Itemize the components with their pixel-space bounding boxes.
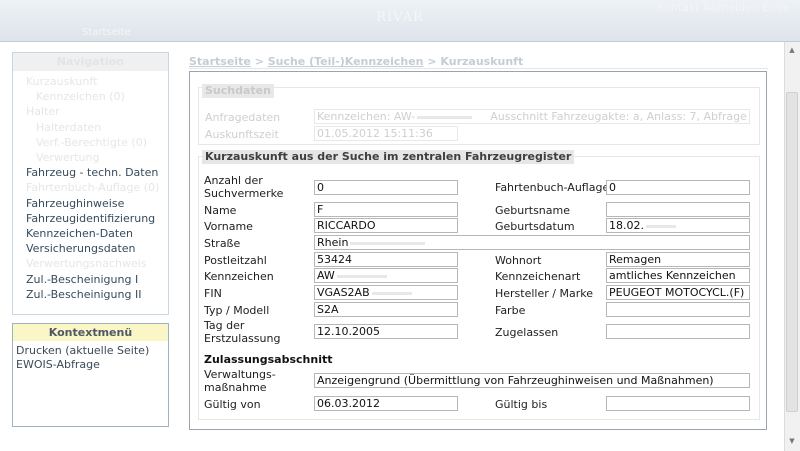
- strasse-field: Rhein: [314, 235, 750, 250]
- nav-item[interactable]: Zul.-Bescheinigung I: [26, 273, 138, 286]
- nav-item[interactable]: Versicherungsdaten: [26, 242, 136, 255]
- nav-item[interactable]: Verf.-Berechtigte (0): [36, 136, 147, 149]
- nav-item[interactable]: Halter: [26, 105, 60, 118]
- vorname-field: RICCARDO: [314, 218, 458, 233]
- fahrtenbuch-field: 0: [606, 180, 750, 195]
- breadcrumb-separator: >: [427, 55, 437, 68]
- zugelassen-label: Zugelassen: [495, 326, 559, 339]
- scroll-up-icon[interactable]: ▲: [786, 46, 798, 54]
- nav-item[interactable]: Kennzeichen (0): [36, 90, 125, 103]
- hersteller-field: PEUGEOT MOTOCYCL.(F): [606, 285, 750, 300]
- farbe-field: [606, 302, 750, 317]
- redacted-mark: [350, 241, 426, 245]
- nav-item[interactable]: Verwertungsnachweis: [26, 257, 147, 270]
- redacted-mark: [646, 224, 676, 228]
- nav-item[interactable]: Kurzauskunft: [26, 75, 97, 88]
- anzahl-suchvermerke-field: 0: [314, 180, 458, 195]
- user-links[interactable]: Kontakt Abmelden Ende: [657, 1, 790, 14]
- kennzeichenart-label: Kennzeichenart: [495, 270, 581, 283]
- context-menu-title: Kontextmenü: [13, 324, 168, 341]
- verwaltungsmassnahme-label: Verwaltungs-maßnahme: [204, 368, 276, 394]
- kennzeichenart-field: amtliches Kennzeichen: [606, 268, 750, 283]
- suchdaten-legend: Suchdaten: [202, 84, 274, 98]
- anfragedaten-label: Anfragedaten: [205, 111, 281, 124]
- nav-item[interactable]: Halterdaten: [36, 121, 101, 134]
- erstzulassung-field: 12.10.2005: [314, 324, 458, 339]
- wohnort-label: Wohnort: [495, 254, 542, 267]
- fahrtenbuch-label: Fahrtenbuch-Auflage: [495, 181, 610, 194]
- verwaltungsmassnahme-field: Anzeigengrund (Übermittlung von Fahrzeug…: [314, 373, 750, 388]
- gueltig-bis-field: [606, 396, 750, 411]
- redacted-mark: [417, 115, 473, 119]
- kennzeichen-field: AW: [314, 268, 458, 283]
- redacted-mark: [336, 274, 387, 278]
- fin-label: FIN: [204, 287, 222, 300]
- nav-item[interactable]: Verwertung: [36, 151, 100, 164]
- breadcrumb-home[interactable]: Startseite: [189, 55, 251, 68]
- redacted-mark: [371, 291, 412, 295]
- window-subtitle[interactable]: Startseite: [82, 27, 131, 38]
- scrollbar-thumb[interactable]: [786, 92, 798, 412]
- auskunftszeit-field: 01.05.2012 15:11:36: [314, 126, 458, 141]
- strasse-label: Straße: [204, 237, 241, 250]
- name-label: Name: [204, 204, 237, 217]
- anzahl-suchvermerke-label: Anzahl der Suchvermerke: [204, 174, 284, 200]
- nav-item[interactable]: Fahrtenbuch-Auflage (0): [26, 181, 159, 194]
- gueltig-von-field: 06.03.2012: [314, 396, 458, 411]
- scroll-down-icon[interactable]: ▼: [786, 437, 798, 445]
- nav-item[interactable]: Zul.-Bescheinigung II: [26, 288, 141, 301]
- typ-label: Typ / Modell: [204, 304, 270, 317]
- name-field: F: [314, 202, 458, 217]
- context-print-link[interactable]: Drucken (aktuelle Seite): [16, 344, 149, 357]
- breadcrumb-divider: [189, 68, 768, 69]
- breadcrumb-separator: >: [254, 55, 264, 68]
- nav-item[interactable]: Kennzeichen-Daten: [26, 227, 133, 240]
- postleitzahl-label: Postleitzahl: [204, 254, 267, 267]
- breadcrumb: Startseite > Suche (Teil-)Kennzeichen > …: [189, 55, 523, 68]
- context-ewois-link[interactable]: EWOIS-Abfrage: [16, 358, 100, 371]
- vorname-label: Vorname: [204, 220, 253, 233]
- breadcrumb-current: Kurzauskunft: [440, 55, 524, 68]
- nav-item[interactable]: Fahrzeugidentifizierung: [26, 212, 155, 225]
- zugelassen-field: [606, 324, 750, 339]
- geburtsdatum-field: 18.02.: [606, 218, 750, 233]
- wohnort-field: Remagen: [606, 252, 750, 267]
- geburtsdatum-label: Geburtsdatum: [495, 220, 575, 233]
- auskunftszeit-label: Auskunftszeit: [205, 128, 279, 141]
- postleitzahl-field: 53424: [314, 252, 458, 267]
- erstzulassung-label: Tag der Erstzulassung: [204, 319, 281, 345]
- navigation-title: Navigation: [13, 53, 168, 71]
- kurzauskunft-legend: Kurzauskunft aus der Suche im zentralen …: [202, 150, 575, 164]
- fin-field: VGAS2AB: [314, 285, 458, 300]
- geburtsname-field: [606, 202, 750, 217]
- nav-item[interactable]: Fahrzeug - techn. Daten: [26, 166, 158, 179]
- farbe-label: Farbe: [495, 304, 526, 317]
- kennzeichen-label: Kennzeichen: [204, 270, 274, 283]
- nav-item[interactable]: Fahrzeughinweise: [26, 197, 124, 210]
- breadcrumb-search[interactable]: Suche (Teil-)Kennzeichen: [268, 55, 424, 68]
- anfragedaten-field: Kennzeichen: AW- Ausschnitt Fahrzeugakte:…: [314, 109, 750, 124]
- zulassungsabschnitt-title: Zulassungsabschnitt: [204, 353, 333, 366]
- hersteller-label: Hersteller / Marke: [495, 287, 593, 300]
- geburtsname-label: Geburtsname: [495, 204, 571, 217]
- typ-field: S2A: [314, 302, 458, 317]
- gueltig-bis-label: Gültig bis: [495, 398, 548, 411]
- gueltig-von-label: Gültig von: [204, 398, 261, 411]
